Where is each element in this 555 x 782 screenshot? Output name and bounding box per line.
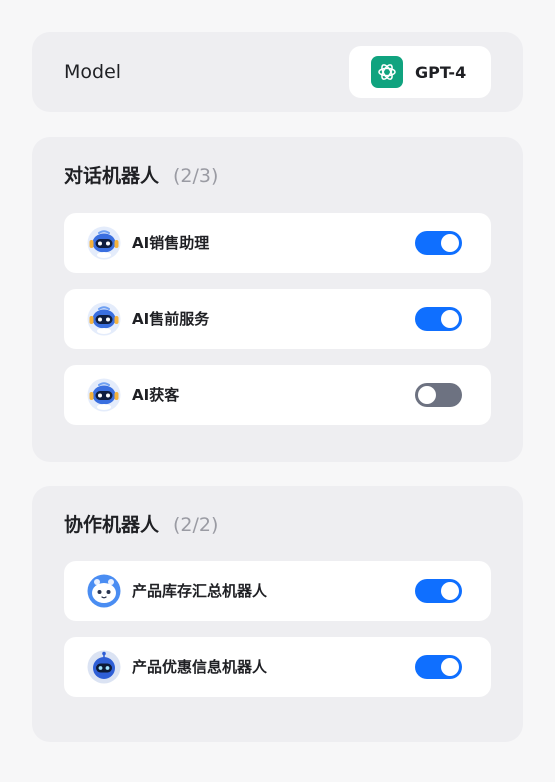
bot-toggle[interactable] xyxy=(415,231,462,255)
toggle-knob xyxy=(441,234,459,252)
bot-row-presales-service: AI售前服务 xyxy=(64,289,491,349)
section-count: (2/2) xyxy=(173,514,219,536)
bot-row-sales-assistant: AI销售助理 xyxy=(64,213,491,273)
chat-bots-card: 对话机器人 (2/3) AI销售助理 AI售前服务 AI获客 xyxy=(32,137,523,462)
bot-toggle[interactable] xyxy=(415,579,462,603)
bot-name: 产品优惠信息机器人 xyxy=(132,658,268,676)
section-title-text: 协作机器人 xyxy=(64,514,160,536)
bot-toggle[interactable] xyxy=(415,307,462,331)
bot-row-promotion-info: 产品优惠信息机器人 xyxy=(64,637,491,697)
toggle-knob xyxy=(418,386,436,404)
toggle-knob xyxy=(441,658,459,676)
robot-avatar-icon xyxy=(87,302,121,336)
bot-name: 产品库存汇总机器人 xyxy=(132,582,268,600)
bot-row-inventory-summary: 产品库存汇总机器人 xyxy=(64,561,491,621)
model-card: Model GPT-4 xyxy=(32,32,523,112)
section-title-text: 对话机器人 xyxy=(64,165,160,187)
bot-name: AI获客 xyxy=(132,386,180,404)
robot-avatar-icon xyxy=(87,226,121,260)
bot-row-customer-acquisition: AI获客 xyxy=(64,365,491,425)
toggle-knob xyxy=(441,310,459,328)
openai-logo-icon xyxy=(371,56,403,88)
bot-name: AI销售助理 xyxy=(132,234,210,252)
section-title: 对话机器人 (2/3) xyxy=(64,161,218,191)
model-name: GPT-4 xyxy=(415,62,467,82)
bot-toggle[interactable] xyxy=(415,383,462,407)
section-count: (2/3) xyxy=(173,165,219,187)
bot-toggle[interactable] xyxy=(415,655,462,679)
robot-avatar-icon xyxy=(87,378,121,412)
robot-avatar-icon xyxy=(87,574,121,608)
section-title: 协作机器人 (2/2) xyxy=(64,510,218,540)
collab-bots-card: 协作机器人 (2/2) 产品库存汇总机器人 产品优惠信息机器人 xyxy=(32,486,523,742)
toggle-knob xyxy=(441,582,459,600)
robot-avatar-icon xyxy=(87,650,121,684)
model-selector[interactable]: GPT-4 xyxy=(349,46,491,98)
bot-name: AI售前服务 xyxy=(132,310,210,328)
model-label: Model xyxy=(64,61,122,83)
